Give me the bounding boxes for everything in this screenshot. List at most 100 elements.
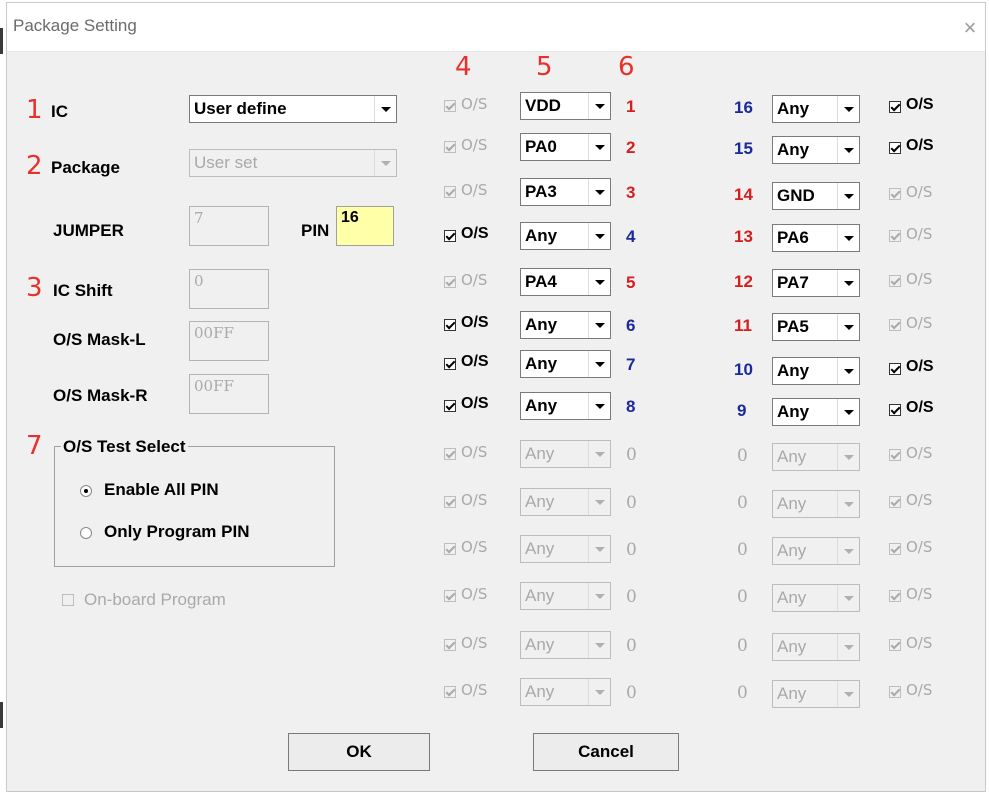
left-pin-6-select[interactable]: Any: [520, 350, 611, 378]
right-pin-12-os-checkbox[interactable]: [889, 639, 901, 651]
left-pin-5-os-checkbox[interactable]: [444, 319, 456, 331]
right-pin-12-select-value: Any: [777, 637, 807, 656]
chevron-down-icon: [588, 179, 610, 205]
left-pin-3-os-checkbox[interactable]: [444, 230, 456, 242]
left-pin-7-select[interactable]: Any: [520, 392, 611, 420]
enable-all-pin-label[interactable]: Enable All PIN: [104, 480, 219, 500]
left-pin-11-select[interactable]: Any: [520, 582, 611, 610]
right-pin-3-number: 13: [734, 227, 753, 246]
left-pin-12-select[interactable]: Any: [520, 631, 611, 659]
os-mask-r-field[interactable]: 00FF: [189, 374, 269, 414]
left-pin-0-select[interactable]: VDD: [520, 92, 611, 120]
left-pin-3-select[interactable]: Any: [520, 222, 611, 250]
right-pin-8-os-checkbox[interactable]: [889, 449, 901, 461]
cancel-button[interactable]: Cancel: [533, 733, 679, 771]
left-pin-7-os-checkbox[interactable]: [444, 400, 456, 412]
chevron-down-icon: [588, 312, 610, 338]
left-pin-10-select[interactable]: Any: [520, 535, 611, 563]
right-pin-10-os-checkbox[interactable]: [889, 543, 901, 555]
right-pin-3-os-checkbox[interactable]: [889, 230, 901, 242]
right-pin-5-number: 11: [734, 316, 752, 335]
left-pin-10-os-label: O/S: [461, 538, 488, 556]
callout-1: 1: [26, 95, 43, 125]
only-program-pin-label[interactable]: Only Program PIN: [104, 522, 249, 542]
right-pin-11-os-checkbox[interactable]: [889, 590, 901, 602]
os-mask-l-field[interactable]: 00FF: [189, 321, 269, 361]
right-pin-9-os-checkbox[interactable]: [889, 496, 901, 508]
left-pin-0-os-checkbox[interactable]: [444, 100, 456, 112]
left-pin-1-select[interactable]: PA0: [520, 133, 611, 161]
right-pin-11-select[interactable]: Any: [772, 584, 860, 612]
right-pin-1-os-checkbox[interactable]: [889, 142, 901, 154]
package-select[interactable]: User set: [189, 149, 397, 177]
left-pin-1-number: 2: [626, 138, 636, 157]
left-pin-10-os-checkbox[interactable]: [444, 543, 456, 555]
right-pin-0-os-checkbox[interactable]: [889, 101, 901, 113]
right-pin-2-os-checkbox[interactable]: [889, 188, 901, 200]
left-pin-4-select-value: PA4: [525, 272, 557, 291]
right-pin-4-os-checkbox[interactable]: [889, 275, 901, 287]
chevron-down-icon: [837, 681, 859, 707]
chevron-down-icon: [837, 314, 859, 340]
right-pin-12-number: 0: [737, 636, 748, 656]
right-pin-0-select[interactable]: Any: [772, 95, 860, 123]
left-pin-8-os-checkbox[interactable]: [444, 448, 456, 460]
right-pin-6-select[interactable]: Any: [772, 357, 860, 385]
left-pin-6-select-value: Any: [525, 354, 558, 373]
left-pin-0-number: 1: [626, 97, 636, 116]
left-pin-11-number: 0: [626, 587, 637, 607]
right-pin-13-os-checkbox[interactable]: [889, 686, 901, 698]
left-pin-13-select[interactable]: Any: [520, 678, 611, 706]
right-pin-9-select[interactable]: Any: [772, 490, 860, 518]
left-pin-2-select-value: PA3: [525, 182, 557, 201]
right-pin-5-os-checkbox[interactable]: [889, 319, 901, 331]
chevron-down-icon: [588, 536, 610, 562]
chevron-down-icon: [588, 632, 610, 658]
right-pin-12-select[interactable]: Any: [772, 633, 860, 661]
pin-count-field[interactable]: 16: [336, 206, 394, 246]
ic-select-value: User define: [194, 99, 287, 118]
callout-6: 6: [618, 52, 635, 82]
on-board-program-checkbox[interactable]: [62, 594, 74, 606]
ok-button[interactable]: OK: [288, 733, 430, 771]
right-pin-1-select[interactable]: Any: [772, 136, 860, 164]
right-pin-7-os-checkbox[interactable]: [889, 404, 901, 416]
left-pin-2-select[interactable]: PA3: [520, 178, 611, 206]
left-pin-4-select[interactable]: PA4: [520, 268, 611, 296]
left-pin-6-os-checkbox[interactable]: [444, 358, 456, 370]
left-pin-11-os-checkbox[interactable]: [444, 590, 456, 602]
right-pin-13-select[interactable]: Any: [772, 680, 860, 708]
chevron-down-icon: [837, 137, 859, 163]
left-pin-13-os-checkbox[interactable]: [444, 686, 456, 698]
left-pin-4-os-checkbox[interactable]: [444, 276, 456, 288]
ic-shift-field[interactable]: 0: [189, 269, 269, 309]
left-pin-10-number: 0: [626, 540, 637, 560]
left-pin-3-number: 4: [626, 227, 636, 246]
left-pin-3-select-value: Any: [525, 226, 558, 245]
left-pin-5-number: 6: [626, 316, 636, 335]
right-pin-13-os-label: O/S: [906, 681, 933, 699]
callout-3: 3: [26, 273, 43, 303]
left-pin-2-os-checkbox[interactable]: [444, 186, 456, 198]
right-pin-3-select[interactable]: PA6: [772, 224, 860, 252]
left-pin-1-os-checkbox[interactable]: [444, 141, 456, 153]
enable-all-pin-radio[interactable]: [80, 485, 92, 497]
left-pin-9-select[interactable]: Any: [520, 488, 611, 516]
right-pin-5-select[interactable]: PA5: [772, 313, 860, 341]
only-program-pin-radio[interactable]: [80, 527, 92, 539]
ic-select[interactable]: User define: [189, 95, 397, 123]
left-pin-13-select-value: Any: [525, 682, 555, 701]
left-pin-12-os-checkbox[interactable]: [444, 639, 456, 651]
jumper-field[interactable]: 7: [189, 206, 269, 246]
close-icon[interactable]: ×: [955, 15, 985, 41]
right-pin-8-select[interactable]: Any: [772, 443, 860, 471]
chevron-down-icon: [837, 399, 859, 425]
right-pin-6-os-checkbox[interactable]: [889, 363, 901, 375]
left-pin-8-select[interactable]: Any: [520, 440, 611, 468]
right-pin-4-select[interactable]: PA7: [772, 269, 860, 297]
right-pin-10-select[interactable]: Any: [772, 537, 860, 565]
right-pin-7-select[interactable]: Any: [772, 398, 860, 426]
left-pin-5-select[interactable]: Any: [520, 311, 611, 339]
right-pin-2-select[interactable]: GND: [772, 182, 860, 210]
left-pin-9-os-checkbox[interactable]: [444, 496, 456, 508]
